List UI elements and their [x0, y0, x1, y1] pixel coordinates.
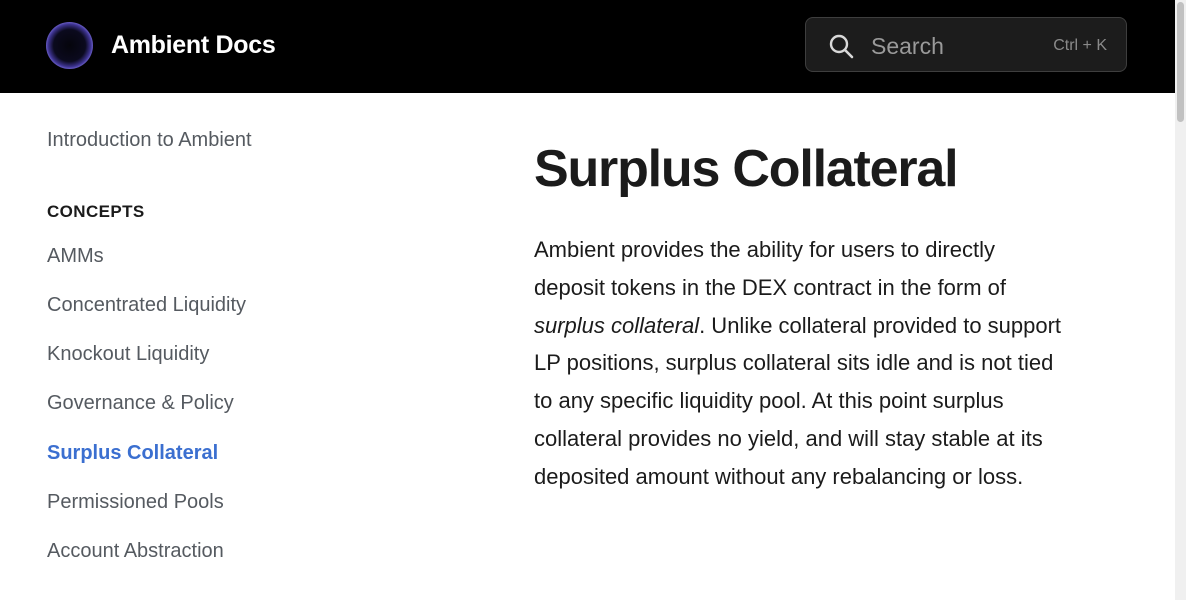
- page-scrollbar[interactable]: [1175, 0, 1186, 600]
- sidebar-item-amms[interactable]: AMMs: [47, 243, 104, 269]
- search-shortcut-hint: Ctrl + K: [1053, 37, 1107, 54]
- sidebar-item-governance-policy[interactable]: Governance & Policy: [47, 390, 234, 416]
- ambient-logo-icon[interactable]: [46, 22, 93, 69]
- sidebar-item-introduction[interactable]: Introduction to Ambient: [47, 127, 252, 153]
- site-brand-link[interactable]: Ambient Docs: [111, 28, 276, 62]
- paragraph-text-end: . Unlike collateral provided to support …: [534, 312, 1062, 489]
- search-placeholder: Search: [871, 33, 944, 59]
- sidebar-item-surplus-collateral[interactable]: Surplus Collateral: [47, 440, 218, 466]
- sidebar-item-concentrated-liquidity[interactable]: Concentrated Liquidity: [47, 292, 246, 318]
- search-input[interactable]: Search Ctrl + K: [805, 17, 1127, 72]
- intro-paragraph: Ambient provides the ability for users t…: [534, 231, 1064, 496]
- sidebar-item-permissioned-pools[interactable]: Permissioned Pools: [47, 489, 224, 515]
- main-content: Surplus Collateral Ambient provides the …: [534, 138, 1074, 489]
- top-header: Ambient Docs Search Ctrl + K: [0, 0, 1175, 93]
- scrollbar-thumb[interactable]: [1177, 2, 1184, 122]
- page-title: Surplus Collateral: [534, 140, 959, 198]
- sidebar-section-concepts: CONCEPTS: [47, 202, 145, 221]
- paragraph-emphasis: surplus collateral: [534, 312, 700, 338]
- paragraph-text-start: Ambient provides the ability for users t…: [534, 237, 1007, 300]
- sidebar-item-account-abstraction[interactable]: Account Abstraction: [47, 538, 224, 564]
- sidebar-item-knockout-liquidity[interactable]: Knockout Liquidity: [47, 341, 209, 367]
- search-icon: [829, 34, 854, 59]
